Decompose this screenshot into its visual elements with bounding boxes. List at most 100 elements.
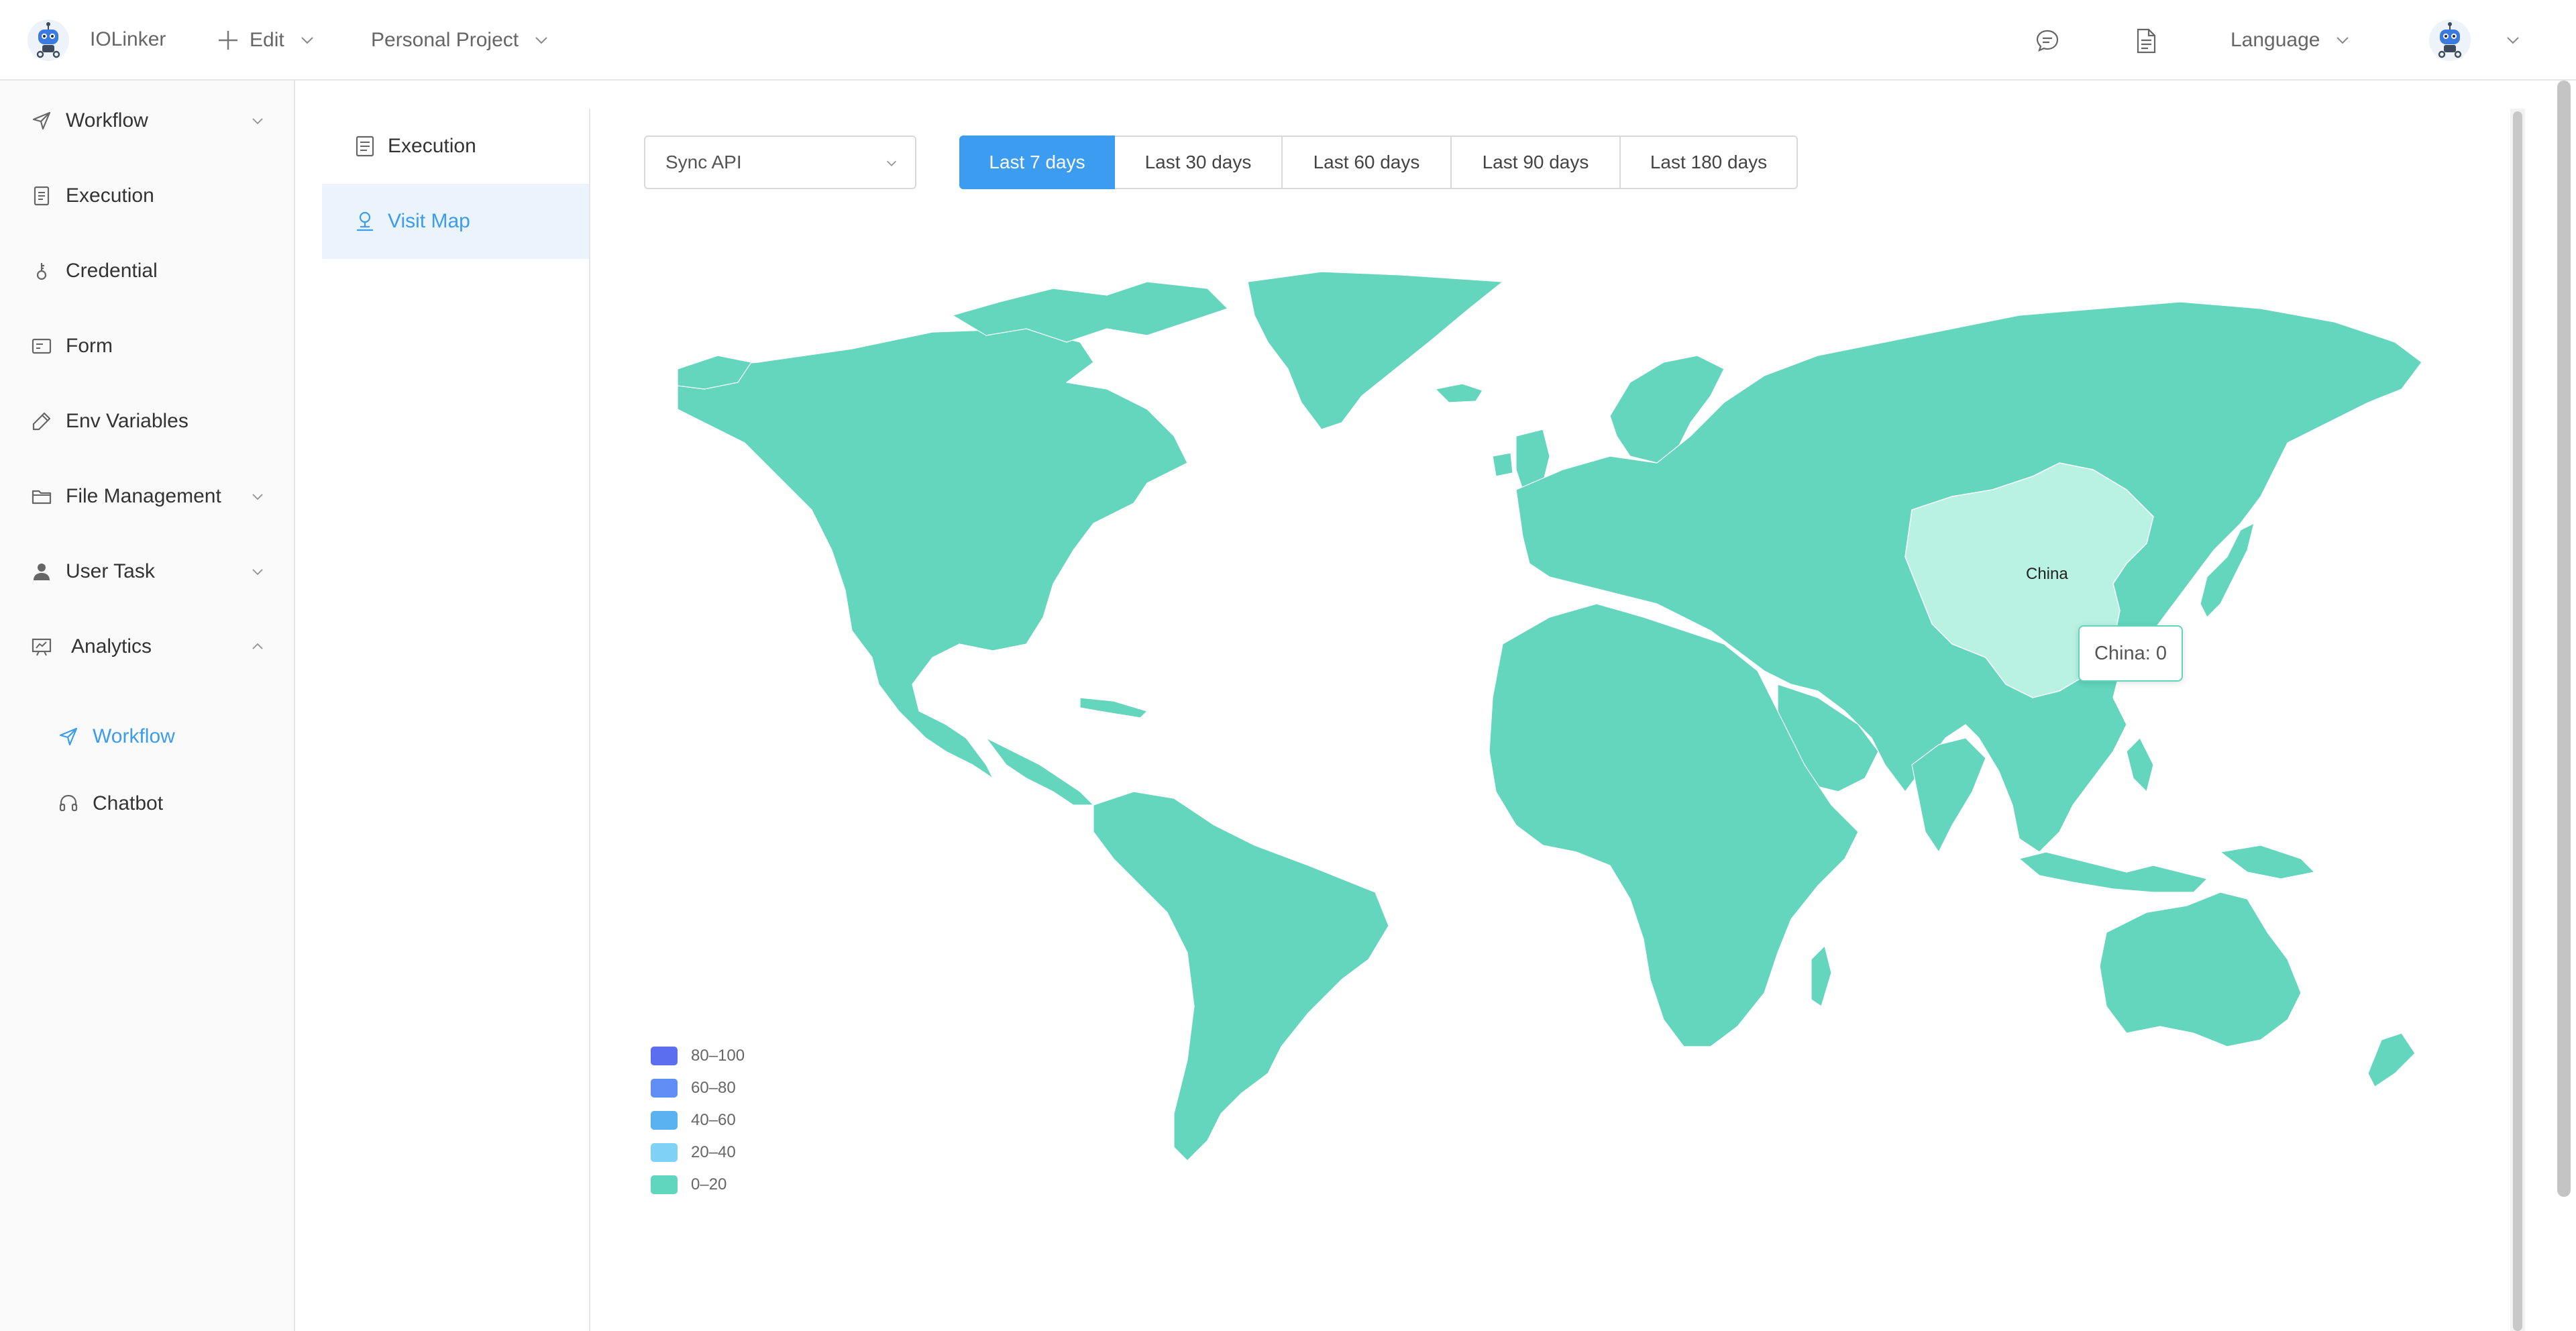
sidebar-item-label: Execution bbox=[66, 184, 154, 207]
legend-item[interactable]: 0–20 bbox=[651, 1173, 727, 1197]
project-selector[interactable]: Personal Project bbox=[371, 27, 549, 54]
chevron-down-icon bbox=[886, 160, 897, 166]
chat-icon[interactable] bbox=[2035, 28, 2059, 52]
sidebar-item-user-task[interactable]: User Task bbox=[0, 545, 294, 598]
edit-menu-button[interactable]: Edit bbox=[216, 27, 315, 54]
legend-label: 40–60 bbox=[691, 1111, 736, 1129]
map-region-label: China bbox=[2026, 565, 2068, 583]
legend-label: 0–20 bbox=[691, 1175, 727, 1193]
new-guinea-region bbox=[2220, 845, 2315, 880]
edit-label: Edit bbox=[250, 29, 284, 51]
chevron-down-icon[interactable] bbox=[2505, 32, 2521, 48]
new-zealand-region bbox=[2367, 1032, 2416, 1087]
page-scrollbar[interactable] bbox=[2557, 81, 2571, 1197]
tab-execution[interactable]: Execution bbox=[322, 109, 589, 184]
range-button-7-days[interactable]: Last 7 days bbox=[959, 136, 1115, 189]
chevron-down-icon bbox=[252, 569, 263, 576]
chevron-up-icon bbox=[252, 643, 263, 649]
document-icon bbox=[356, 136, 374, 157]
sidebar-item-label: Form bbox=[66, 335, 113, 357]
chevron-down-icon bbox=[252, 118, 263, 125]
legend-label: 60–80 bbox=[691, 1079, 736, 1097]
sidebar-item-label: Workflow bbox=[93, 725, 175, 747]
sidebar-item-form[interactable]: Form bbox=[0, 319, 294, 373]
sidebar-item-env-variables[interactable]: Env Variables bbox=[0, 394, 294, 448]
world-map[interactable] bbox=[678, 268, 2422, 1174]
chevron-down-icon bbox=[301, 37, 313, 44]
australia-region bbox=[2099, 892, 2302, 1047]
legend-swatch bbox=[651, 1047, 678, 1065]
language-selector[interactable]: Language bbox=[2231, 27, 2351, 54]
map-pin-icon bbox=[357, 211, 373, 231]
tab-label: Execution bbox=[388, 135, 476, 157]
sidebar-subitem-chatbot[interactable]: Chatbot bbox=[0, 777, 294, 831]
project-label: Personal Project bbox=[371, 29, 519, 51]
legend-item[interactable]: 40–60 bbox=[651, 1108, 736, 1132]
madagascar-region bbox=[1811, 945, 1832, 1007]
date-range-selector: Last 7 days Last 30 days Last 60 days La… bbox=[959, 136, 1798, 189]
user-icon bbox=[34, 564, 50, 580]
legend-swatch bbox=[651, 1143, 678, 1162]
sidebar-item-label: Workflow bbox=[66, 109, 148, 131]
arctic-islands-region bbox=[952, 281, 1228, 343]
sidebar-item-workflow[interactable]: Workflow bbox=[0, 94, 294, 148]
chevron-down-icon bbox=[2337, 37, 2349, 44]
language-label: Language bbox=[2231, 29, 2320, 51]
api-type-select[interactable]: Sync API bbox=[644, 136, 916, 189]
sidebar: Workflow Execution Credential Form Env V… bbox=[0, 81, 295, 1331]
legend-label: 80–100 bbox=[691, 1047, 745, 1065]
send-icon bbox=[59, 727, 78, 746]
chevron-down-icon bbox=[535, 37, 547, 44]
legend-item[interactable]: 60–80 bbox=[651, 1076, 736, 1100]
plus-icon bbox=[219, 31, 237, 50]
send-icon bbox=[32, 111, 51, 130]
range-button-30-days[interactable]: Last 30 days bbox=[1115, 136, 1283, 189]
range-button-60-days[interactable]: Last 60 days bbox=[1283, 136, 1452, 189]
sidebar-item-analytics[interactable]: Analytics bbox=[0, 620, 294, 674]
indonesia-region bbox=[2019, 851, 2208, 893]
sidebar-item-label: Env Variables bbox=[66, 410, 189, 432]
sidebar-item-label: File Management bbox=[66, 485, 221, 507]
sidebar-item-label: Chatbot bbox=[93, 792, 164, 814]
map-tooltip: China: 0 bbox=[2078, 625, 2183, 682]
range-button-180-days[interactable]: Last 180 days bbox=[1621, 136, 1798, 189]
legend-label: 20–40 bbox=[691, 1143, 736, 1161]
legend-swatch bbox=[651, 1079, 678, 1098]
folder-icon bbox=[32, 490, 52, 504]
iceland-region bbox=[1435, 383, 1483, 403]
sidebar-item-credential[interactable]: Credential bbox=[0, 244, 294, 298]
tab-label: Visit Map bbox=[388, 210, 470, 232]
sidebar-item-label: Analytics bbox=[71, 635, 152, 657]
form-icon bbox=[32, 338, 52, 354]
presentation-icon bbox=[32, 638, 52, 656]
key-icon bbox=[36, 263, 47, 280]
south-america-region bbox=[1093, 791, 1389, 1161]
sidebar-item-file-management[interactable]: File Management bbox=[0, 470, 294, 523]
legend-swatch bbox=[651, 1111, 678, 1130]
legend-swatch bbox=[651, 1175, 678, 1194]
analytics-subnav: Execution Visit Map bbox=[322, 109, 590, 1331]
legend-item[interactable]: 20–40 bbox=[651, 1140, 736, 1165]
central-america-region bbox=[985, 737, 1094, 806]
legend-item[interactable]: 80–100 bbox=[651, 1044, 745, 1068]
user-avatar[interactable] bbox=[2428, 19, 2471, 62]
sidebar-item-label: Credential bbox=[66, 260, 158, 282]
sidebar-item-label: User Task bbox=[66, 560, 155, 582]
tab-visit-map[interactable]: Visit Map bbox=[322, 184, 589, 259]
greenland-region bbox=[1247, 271, 1503, 430]
sidebar-subitem-workflow[interactable]: Workflow bbox=[0, 710, 294, 763]
content-scrollbar-thumb[interactable] bbox=[2513, 111, 2522, 1331]
headset-icon bbox=[59, 794, 78, 812]
caribbean-region bbox=[1079, 697, 1148, 718]
api-type-value: Sync API bbox=[665, 152, 742, 172]
app-name: IOLinker bbox=[90, 28, 166, 50]
pencil-icon bbox=[32, 412, 51, 431]
ireland-region bbox=[1492, 452, 1513, 477]
document-icon[interactable] bbox=[2134, 28, 2158, 54]
document-icon bbox=[34, 186, 50, 206]
range-button-90-days[interactable]: Last 90 days bbox=[1452, 136, 1621, 189]
sidebar-item-execution[interactable]: Execution bbox=[0, 169, 294, 223]
philippines-region bbox=[2126, 737, 2154, 792]
robot-logo-icon[interactable] bbox=[27, 19, 70, 62]
chevron-down-icon bbox=[252, 494, 263, 500]
